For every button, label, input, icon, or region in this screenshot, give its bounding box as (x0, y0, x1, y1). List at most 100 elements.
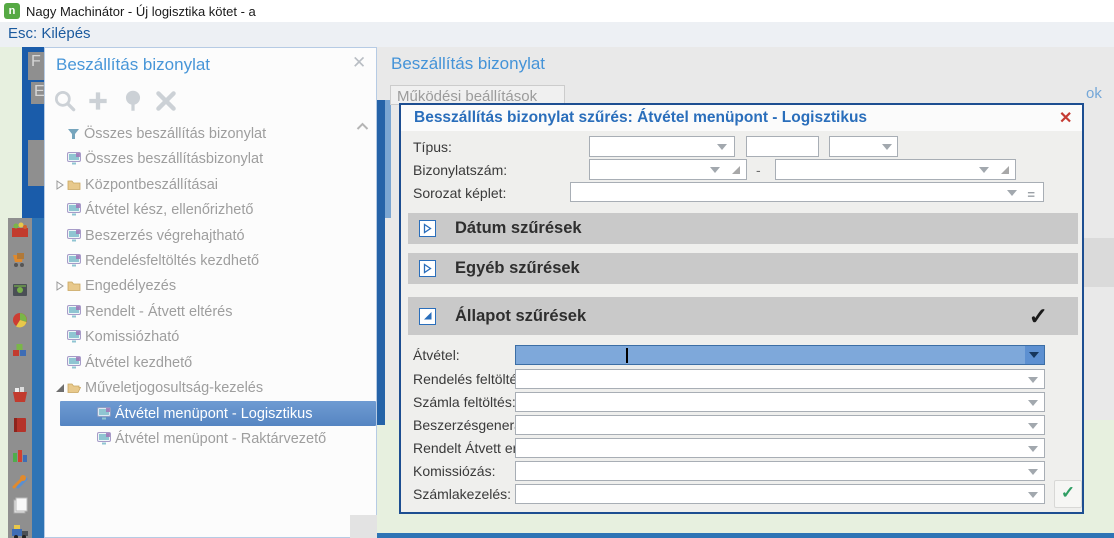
book-icon[interactable] (10, 415, 30, 435)
sorozat-label: Sorozat képlet: (413, 185, 507, 201)
tree-item-label: Átvétel menüpont - Raktárvezető (115, 430, 327, 447)
tree-folder[interactable]: Központbeszállításai (45, 172, 384, 197)
beszerzesgeneralas-dropdown[interactable] (515, 415, 1045, 435)
section-label: Egyéb szűrések (455, 259, 580, 277)
tree-item[interactable]: Rendelt - Átvett eltérés (45, 299, 398, 324)
chevron-down-icon (1028, 446, 1038, 452)
chevron-down-icon (710, 167, 720, 173)
expander-expanded-icon[interactable] (53, 383, 67, 393)
panel-close-icon[interactable]: ✕ (352, 53, 366, 73)
chevron-down-icon (882, 144, 892, 150)
tab-mukodesi-beallitasok[interactable]: Működési beállítások (390, 85, 565, 105)
chevron-down-icon (979, 167, 989, 173)
sorozat-keplet-field[interactable]: = (570, 182, 1044, 202)
sajat-field[interactable]: Saját (746, 136, 819, 157)
section-datum-szuresek[interactable]: Dátum szűrések (408, 213, 1078, 244)
tree-item-label: Beszerzés végrehajtható (85, 227, 245, 244)
folder-icon (67, 179, 81, 191)
menubar (0, 22, 1114, 48)
bin-icon[interactable] (10, 385, 30, 405)
tree-item[interactable]: Komissiózható (45, 324, 398, 349)
clipped-tab-text: ok (1086, 85, 1102, 102)
formula-icon[interactable]: = (1027, 185, 1035, 201)
monitor-icon (67, 356, 81, 369)
komissiozas-dropdown[interactable] (515, 461, 1045, 481)
tree-item[interactable]: Összes beszállítás bizonylat (45, 121, 398, 146)
tree-item[interactable]: Átvétel kezdhető (45, 350, 398, 375)
tree-item[interactable]: Átvétel menüpont - Raktárvezető (45, 426, 428, 451)
chevron-down-icon (1028, 423, 1038, 429)
dialog-close-icon[interactable]: ✕ (1059, 108, 1072, 128)
szamlakezeles-dropdown[interactable] (515, 484, 1045, 504)
chevron-down-icon (1029, 352, 1039, 358)
szures-dropdown[interactable]: Szűrés (829, 136, 898, 157)
tree-item-label: Összes beszállításbizonylat (85, 150, 264, 167)
section-label: Dátum szűrések (455, 219, 582, 237)
monitor-icon (67, 229, 81, 242)
tree-item[interactable]: Beszerzés végrehajtható (45, 223, 398, 248)
titlebar: n Nagy Machinátor - Új logisztika kötet … (0, 0, 1114, 22)
tree-view-icon[interactable] (120, 88, 146, 114)
resize-corner-icon[interactable] (732, 166, 740, 174)
chevron-down-icon (1028, 469, 1038, 475)
disabled-tools-icon (156, 91, 176, 111)
rendeles-feltoltes-dropdown[interactable]: Végrehajtva (515, 369, 1045, 389)
komissiozas-label: Komissiózás: (413, 463, 496, 479)
expander-collapsed-icon[interactable] (53, 179, 67, 190)
tree-item-label: Átvétel kezdhető (85, 354, 193, 371)
tree-item-label: Műveletjogosultság-kezelés (85, 379, 264, 396)
folder-icon (67, 280, 81, 292)
expander-collapsed-icon[interactable] (53, 280, 67, 291)
bottom-blue-bar (362, 533, 1114, 538)
tree-item-label: Átvétel menüpont - Logisztikus (115, 405, 313, 422)
bar-chart-icon[interactable] (10, 445, 30, 465)
tree-item-label: Rendelt - Átvett eltérés (85, 303, 233, 320)
tree-item-selected[interactable]: Átvétel menüpont - Logisztikus (45, 401, 428, 426)
tree-item[interactable]: Rendelésfeltöltés kezdhető (45, 248, 398, 273)
panel-scroll-corner (350, 515, 377, 538)
monitor-icon (67, 305, 81, 318)
left-blue-strip (32, 218, 44, 538)
tree-item[interactable]: Összes beszállításbizonylat (45, 146, 398, 171)
cubes-icon[interactable] (10, 340, 30, 360)
section-expand-icon[interactable] (419, 220, 436, 237)
atvetel-dropdown[interactable]: Nem kezdhető, Kezdhető, Web felületen át… (515, 345, 1045, 365)
filter-icon (67, 127, 80, 140)
app-icon: n (4, 3, 20, 19)
tree-item[interactable]: Átvétel kész, ellenőrizhető (45, 197, 398, 222)
tree-item-label: Átvétel kész, ellenőrizhető (85, 201, 254, 218)
tools-icon[interactable] (10, 471, 30, 491)
confirm-check-button[interactable]: ✓ (1054, 480, 1082, 508)
section-egyeb-szuresek[interactable]: Egyéb szűrések (408, 253, 1078, 284)
dropdown-button[interactable] (1025, 346, 1044, 364)
szamla-feltoltes-dropdown[interactable] (515, 392, 1045, 412)
truck-icon[interactable] (10, 521, 30, 538)
pie-chart-icon[interactable] (10, 310, 30, 330)
bizonylatszam-separator: - (756, 162, 761, 178)
bizonylatszam-from-dropdown[interactable]: - - (589, 159, 747, 180)
crate-icon[interactable] (10, 220, 30, 240)
papers-icon[interactable] (10, 496, 30, 516)
monitor-icon (67, 330, 81, 343)
monitor-icon (97, 432, 111, 445)
resize-corner-icon[interactable] (1001, 166, 1009, 174)
rendelt-atvett-eredmeny-dropdown[interactable] (515, 438, 1045, 458)
tree-folder-expanded[interactable]: Műveletjogosultság-kezelés (45, 375, 384, 400)
section-expand-icon[interactable] (419, 260, 436, 277)
fragment-letter: F (31, 53, 41, 70)
tree-folder[interactable]: Engedélyezés (45, 273, 384, 298)
background-window-title: Beszállítás bizonylat (391, 54, 546, 73)
add-icon[interactable] (85, 88, 111, 114)
tipus-dropdown[interactable]: Választható (589, 136, 735, 157)
menu-exit-item[interactable]: Esc: Kilépés (8, 25, 91, 42)
bizonylatszam-to-dropdown[interactable]: - - (775, 159, 1016, 180)
cart-icon[interactable] (10, 250, 30, 270)
section-collapse-icon[interactable] (419, 307, 436, 325)
section-allapot-szuresek[interactable]: Állapot szűrések ✓ (408, 297, 1078, 335)
safe-icon[interactable] (10, 280, 30, 300)
rendeles-feltoltes-label: Rendelés feltöltés: (413, 371, 529, 387)
monitor-icon (67, 203, 81, 216)
search-icon[interactable] (52, 88, 78, 114)
chevron-down-icon (1028, 400, 1038, 406)
chevron-down-icon (1028, 492, 1038, 498)
